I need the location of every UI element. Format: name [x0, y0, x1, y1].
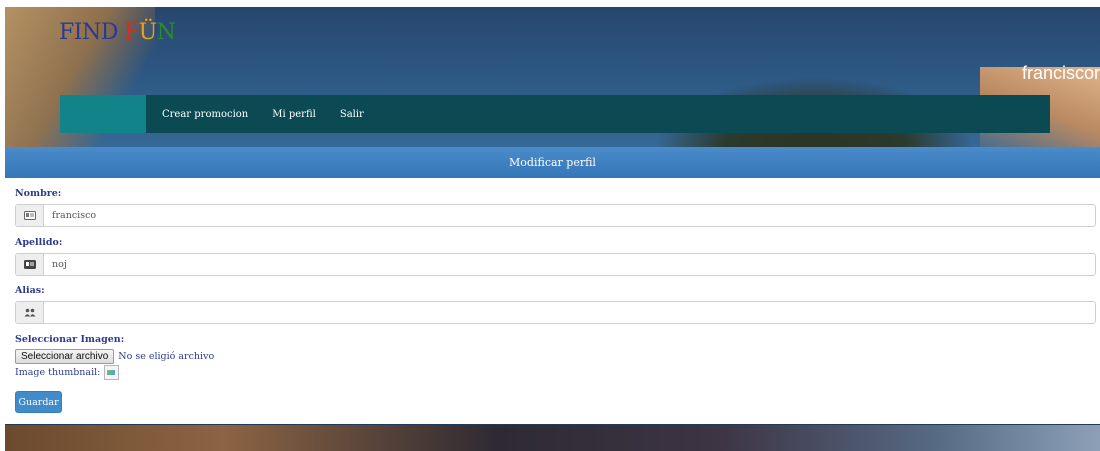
- apellido-label: Apellido:: [15, 237, 63, 248]
- id-card-icon: [16, 254, 44, 275]
- alias-field[interactable]: [44, 302, 1095, 323]
- file-status-text: No se eligió archivo: [118, 351, 215, 362]
- nav-item-salir[interactable]: Salir: [340, 109, 364, 120]
- brand-letter: N: [156, 20, 176, 45]
- apellido-field[interactable]: [44, 254, 1095, 275]
- brand-letter: I: [73, 20, 83, 45]
- thumbnail-row: Image thumbnail:: [15, 365, 120, 380]
- brand-letter: N: [81, 20, 101, 45]
- brand-letter: D: [100, 20, 119, 45]
- profile-form: Nombre: Apellido: Alias: Seleccionar Ima…: [5, 178, 1100, 424]
- nombre-field[interactable]: [44, 205, 1095, 226]
- username-display: franciscor: [1021, 63, 1100, 83]
- brand-letter: F: [59, 20, 74, 45]
- nombre-input-group: [15, 204, 1096, 227]
- save-button[interactable]: Guardar: [15, 391, 62, 413]
- imagen-label: Seleccionar Imagen:: [15, 334, 125, 345]
- choose-file-button[interactable]: Seleccionar archivo: [15, 349, 115, 364]
- id-card-icon: [16, 205, 44, 226]
- main-navbar: Crear promocion Mi perfil Salir: [60, 95, 1050, 133]
- nombre-label: Nombre:: [15, 188, 62, 199]
- nav-item-active[interactable]: [60, 95, 146, 133]
- thumbnail-label: Image thumbnail:: [15, 367, 101, 378]
- alias-label: Alias:: [15, 285, 45, 296]
- nav-item-crear-promocion[interactable]: Crear promocion: [162, 109, 248, 120]
- brand-letter: F: [123, 20, 139, 45]
- apellido-input-group: [15, 253, 1096, 276]
- background-street: [5, 425, 1100, 451]
- panel-title: Modificar perfil: [5, 147, 1100, 178]
- brand-letter: Ü: [138, 20, 158, 45]
- nav-item-mi-perfil[interactable]: Mi perfil: [272, 109, 316, 120]
- alias-input-group: [15, 301, 1096, 324]
- brand-logo[interactable]: FIND FÜN: [59, 20, 176, 46]
- file-picker: Seleccionar archivo No se eligió archivo: [15, 349, 214, 364]
- broken-image-icon: [104, 365, 120, 380]
- users-icon: [16, 302, 44, 323]
